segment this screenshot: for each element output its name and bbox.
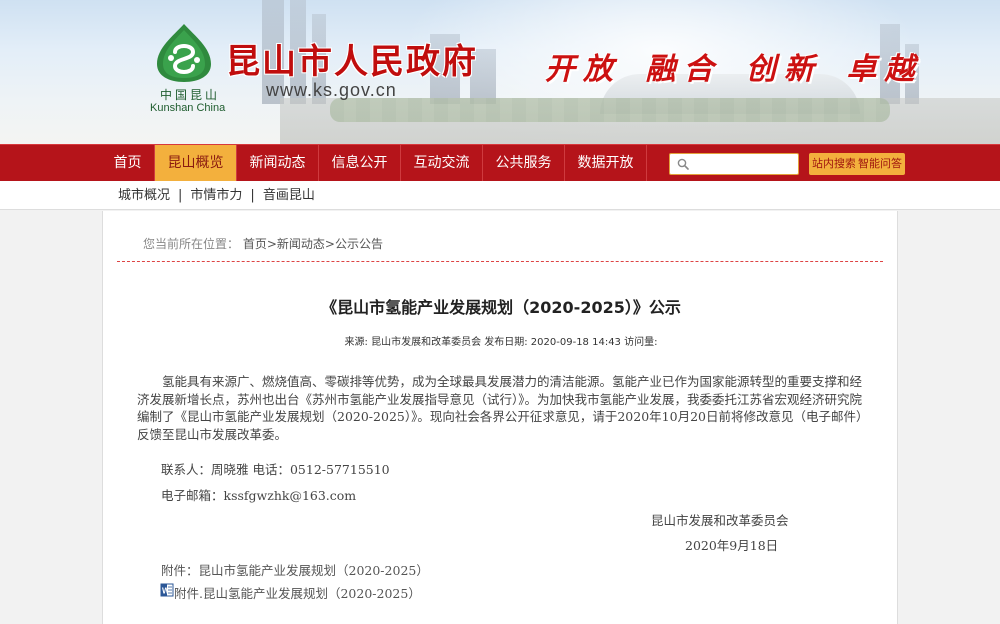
slogan: 开放 融合 创新 卓越	[545, 52, 923, 87]
breadcrumb: 您当前所在位置： 首页>新闻动态>公示公告	[143, 235, 383, 252]
article-meta: 来源: 昆山市发展和改革委员会 发布日期: 2020-09-18 14:43 访…	[344, 337, 658, 348]
sign-date: 2020年9月18日	[685, 538, 779, 553]
subnav-item-audio-visual[interactable]: 音画昆山	[263, 181, 315, 210]
signer: 昆山市发展和改革委员会	[651, 513, 789, 528]
subnav-item-city-overview[interactable]: 城市概况	[118, 181, 170, 210]
nav-item-home[interactable]: 首页	[101, 145, 155, 182]
sub-nav: 城市概况 | 市情市力 | 音画昆山	[0, 181, 1000, 210]
content-panel: 您当前所在位置： 首页>新闻动态>公示公告 《昆山市氢能产业发展规划（2020-…	[102, 211, 898, 624]
main-nav: 首页 昆山概览 新闻动态 信息公开 互动交流 公共服务 数据开放 站内搜索 智能…	[0, 144, 1000, 182]
svg-text:W: W	[162, 587, 170, 596]
nav-item-info-disclosure[interactable]: 信息公开	[319, 145, 401, 182]
search-input[interactable]	[694, 155, 796, 173]
site-url: www.ks.gov.cn	[266, 80, 397, 100]
logo-english-text: Kunshan China	[150, 102, 226, 114]
site-title[interactable]: 昆山市人民政府	[226, 34, 478, 83]
kunshan-logo-icon[interactable]	[155, 22, 213, 84]
site-search-button[interactable]: 站内搜索	[809, 153, 859, 175]
nav-items: 首页 昆山概览 新闻动态 信息公开 互动交流 公共服务 数据开放	[101, 145, 647, 182]
subnav-items: 城市概况 | 市情市力 | 音画昆山	[118, 181, 315, 210]
word-document-icon[interactable]: W	[160, 583, 174, 597]
breadcrumb-divider	[117, 261, 883, 262]
nav-item-public-service[interactable]: 公共服务	[483, 145, 565, 182]
article-body: 氢能具有来源广、燃烧值高、零碳排等优势，成为全球最具发展潜力的清洁能源。氢能产业…	[137, 374, 863, 442]
article-title: 《昆山市氢能产业发展规划（2020-2025）》公示	[321, 298, 681, 317]
search-icon	[677, 158, 689, 170]
breadcrumb-path[interactable]: 首页>新闻动态>公示公告	[243, 237, 383, 251]
subnav-separator: |	[250, 188, 255, 203]
attachment-link[interactable]: 附件.昆山氢能产业发展规划（2020-2025）	[174, 583, 421, 602]
nav-item-overview[interactable]: 昆山概览	[155, 145, 237, 182]
subnav-item-city-power[interactable]: 市情市力	[190, 181, 242, 210]
subnav-separator: |	[178, 188, 183, 203]
email-line: 电子邮箱：kssfgwzhk@163.com	[161, 488, 357, 503]
nav-item-news[interactable]: 新闻动态	[237, 145, 319, 182]
attachment-note: 附件：昆山市氢能产业发展规划（2020-2025）	[161, 563, 429, 578]
nav-item-open-data[interactable]: 数据开放	[565, 145, 647, 182]
logo-chinese-text: 中国昆山	[160, 88, 221, 102]
header-banner: 中国昆山 Kunshan China 昆山市人民政府 www.ks.gov.cn…	[0, 0, 1000, 144]
nav-item-interaction[interactable]: 互动交流	[401, 145, 483, 182]
banner-road	[280, 98, 1000, 144]
breadcrumb-prefix: 您当前所在位置：	[143, 237, 240, 251]
contact-line: 联系人：周晓雅 电话：0512-57715510	[161, 462, 390, 477]
search-box[interactable]	[669, 153, 799, 175]
smart-qa-button[interactable]: 智能问答	[855, 153, 905, 175]
